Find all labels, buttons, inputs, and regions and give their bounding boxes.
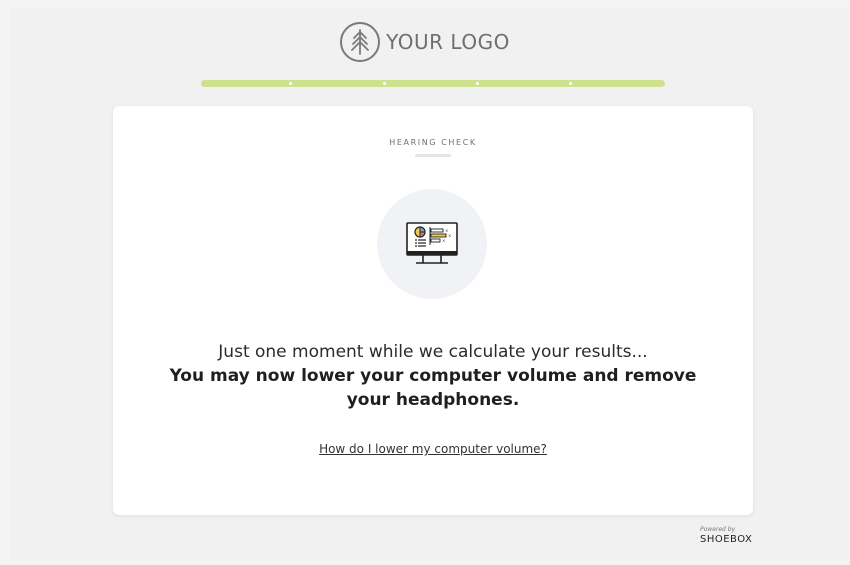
brand-logo: YOUR LOGO — [0, 22, 850, 62]
instruction-message: You may now lower your computer volume a… — [169, 366, 697, 410]
progress-step-dot — [289, 82, 292, 85]
powered-by-label: Powered by — [700, 526, 736, 533]
shoebox-brand: SHOEBOX — [700, 534, 753, 545]
volume-help-link[interactable]: How do I lower my computer volume? — [113, 442, 753, 456]
progress-step-dot — [383, 82, 386, 85]
powered-by-badge: Powered by SHOEBOX — [700, 526, 752, 545]
computer-monitor-chart-icon: × × × — [406, 222, 458, 264]
status-message: Just one moment while we calculate your … — [218, 342, 648, 362]
eyebrow-underline — [415, 154, 451, 157]
logo-text: YOUR LOGO — [386, 30, 510, 54]
svg-text:×: × — [448, 233, 451, 238]
progress-step-dot — [569, 82, 572, 85]
section-eyebrow: HEARING CHECK — [389, 138, 477, 147]
content-card: HEARING CHECK × × × Just one moment whil… — [113, 106, 753, 515]
progress-step-dot — [476, 82, 479, 85]
svg-text:×: × — [442, 238, 445, 243]
progress-bar — [201, 80, 665, 87]
illustration-circle: × × × — [377, 189, 487, 299]
tree-icon — [340, 22, 381, 62]
